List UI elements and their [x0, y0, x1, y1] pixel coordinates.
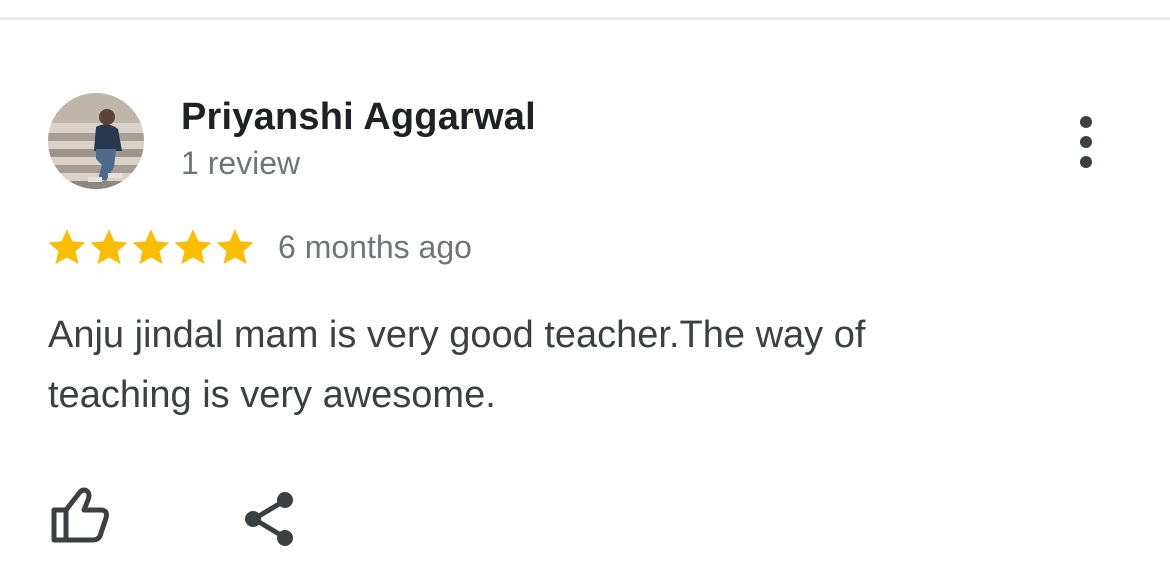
user-avatar-photo [48, 93, 144, 189]
review-text: Anju jindal mam is very good teacher.The… [48, 314, 866, 416]
star-icon [132, 229, 170, 265]
more-vert-icon [1080, 116, 1092, 128]
share-icon [245, 492, 293, 546]
review-date: 6 months ago [278, 228, 472, 265]
star-icon [48, 229, 86, 265]
more-vert-icon-dot [1080, 136, 1092, 148]
more-vert-icon-dot [1080, 156, 1092, 168]
top-divider [0, 17, 1170, 20]
author-name[interactable]: Priyanshi Aggarwal [181, 96, 536, 139]
star-icon [174, 229, 212, 265]
more-options-button[interactable] [1066, 112, 1106, 172]
avatar[interactable] [48, 93, 144, 189]
share-button[interactable] [240, 487, 302, 549]
review-count: 1 review [181, 145, 301, 181]
thumb-up-icon [51, 487, 109, 543]
star-icon [90, 229, 128, 265]
star-icon [216, 229, 254, 265]
like-button[interactable] [44, 484, 114, 550]
star-rating [46, 226, 256, 268]
rating-row: 6 months ago [46, 222, 472, 272]
